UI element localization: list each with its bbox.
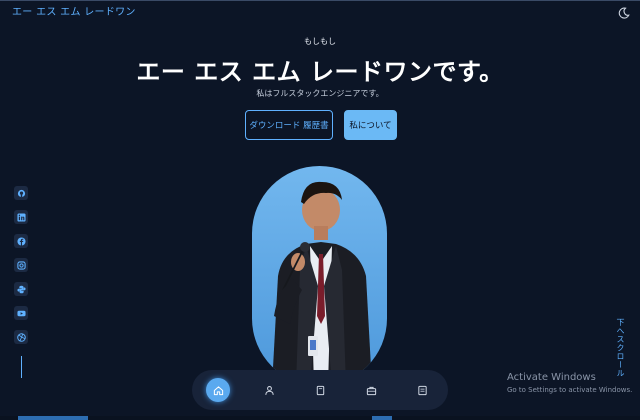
- about-me-button[interactable]: 私について: [344, 110, 397, 140]
- python-icon[interactable]: [14, 282, 28, 296]
- download-cv-button[interactable]: ダウンロード 履歴書: [245, 110, 333, 140]
- footer-strip: [0, 416, 640, 420]
- linkedin-icon[interactable]: [14, 210, 28, 224]
- user-icon: [264, 385, 274, 395]
- watermark-line-1: Activate Windows: [507, 372, 596, 383]
- footer-indicator-right: [372, 416, 392, 420]
- social-divider: [21, 356, 22, 378]
- top-border: [0, 0, 640, 1]
- message-icon: [417, 385, 427, 395]
- moon-icon[interactable]: [618, 4, 630, 19]
- nav-home[interactable]: [206, 378, 230, 402]
- scroll-down-link[interactable]: 下へスクロール: [615, 318, 626, 378]
- profile-photo: [252, 166, 387, 386]
- hero-subtitle: 私はフルスタックエンジニアです。: [256, 89, 384, 98]
- facebook-icon[interactable]: [14, 234, 28, 248]
- social-links: [14, 186, 30, 354]
- book-icon: [316, 385, 324, 395]
- footer-indicator-left: [18, 416, 88, 420]
- hero-title: エー エス エム レードワンです。: [136, 58, 504, 86]
- site-logo[interactable]: エー エス エム レードワン: [12, 3, 136, 18]
- dribbble-icon[interactable]: [14, 330, 28, 344]
- nav-resume[interactable]: [308, 378, 332, 402]
- bottom-navigation: [192, 370, 448, 410]
- nav-contact[interactable]: [410, 378, 434, 402]
- nav-portfolio[interactable]: [359, 378, 383, 402]
- watermark-line-2: Go to Settings to activate Windows.: [507, 386, 633, 394]
- instagram-icon[interactable]: [14, 258, 28, 272]
- briefcase-icon: [366, 386, 376, 395]
- windows-activation-watermark: Activate Windows Go to Settings to activ…: [507, 372, 632, 394]
- nav-about[interactable]: [257, 378, 281, 402]
- github-icon[interactable]: [14, 186, 28, 200]
- youtube-icon[interactable]: [14, 306, 28, 320]
- home-icon: [213, 385, 223, 395]
- hero-greeting: もしもし: [304, 37, 336, 46]
